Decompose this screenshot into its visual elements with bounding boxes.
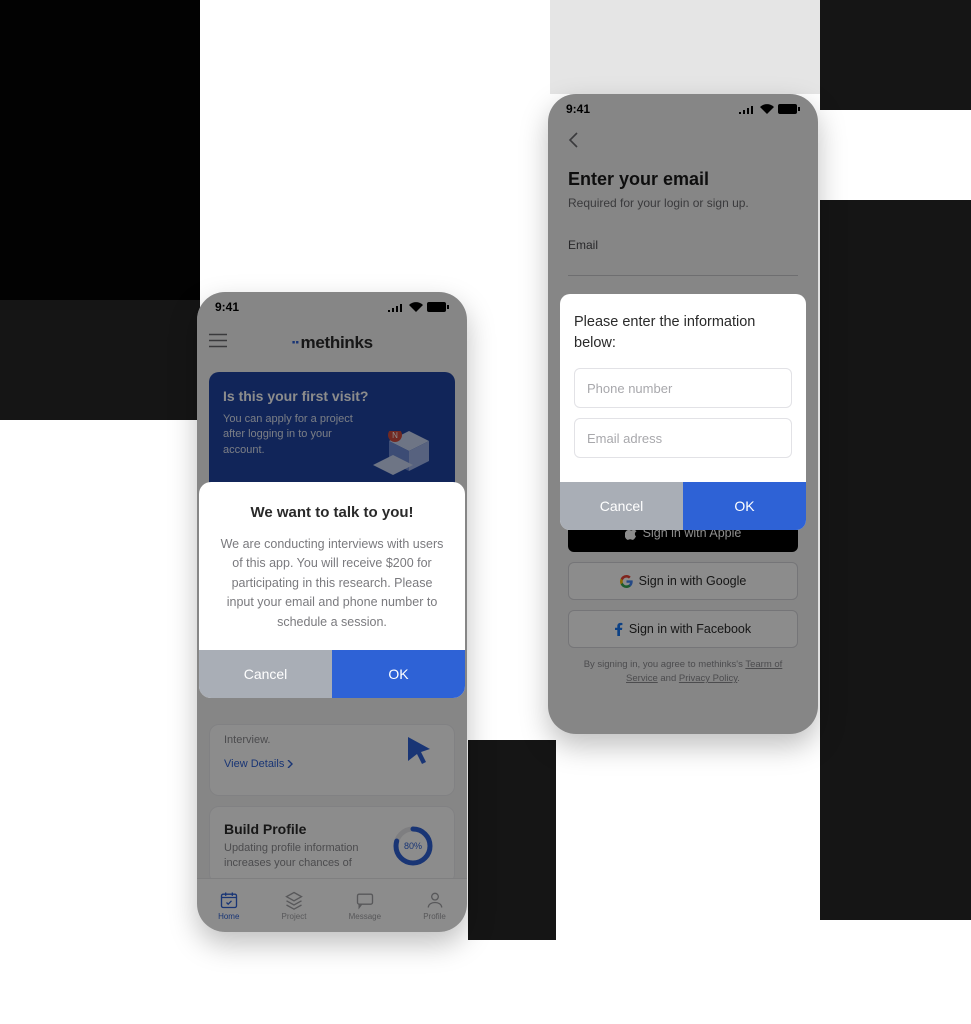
wifi-icon xyxy=(760,104,774,114)
signin-google-button[interactable]: Sign in with Google xyxy=(568,562,798,600)
privacy-link[interactable]: Privacy Policy xyxy=(679,673,737,684)
signin-group: Sign in with Apple Sign in with Google S… xyxy=(568,514,798,687)
app-logo: ··methinks xyxy=(291,333,373,353)
progress-ring: 80% xyxy=(392,825,434,867)
page-subtitle: Required for your login or sign up. xyxy=(568,196,798,210)
menu-icon[interactable] xyxy=(209,334,227,353)
cursor-icon xyxy=(402,733,438,769)
interview-modal: We want to talk to you! We are conductin… xyxy=(199,482,465,698)
phone-home-screen: 9:41 ··methinks Is this your first visit… xyxy=(197,292,467,932)
card-body: You can apply for a project after loggin… xyxy=(223,412,373,458)
battery-icon xyxy=(427,302,449,312)
legal-text: By signing in, you agree to methinks's T… xyxy=(568,658,798,687)
status-indicators xyxy=(387,302,449,312)
modal-title: Please enter the information below: xyxy=(574,312,792,354)
google-icon xyxy=(620,575,633,588)
back-button[interactable] xyxy=(568,132,798,153)
page-title: Enter your email xyxy=(568,169,798,190)
signin-facebook-button[interactable]: Sign in with Facebook xyxy=(568,610,798,648)
ok-button[interactable]: OK xyxy=(332,650,465,698)
modal-title: We want to talk to you! xyxy=(217,504,447,521)
chat-icon xyxy=(355,890,375,910)
svg-text:80%: 80% xyxy=(404,841,422,851)
decor-block xyxy=(550,0,820,94)
facebook-icon xyxy=(615,622,623,636)
view-details-link[interactable]: View Details xyxy=(224,758,294,770)
email-field[interactable] xyxy=(568,256,798,276)
tab-bar: Home Project Message Profile xyxy=(197,878,467,932)
signal-icon xyxy=(387,302,405,312)
status-time: 9:41 xyxy=(566,102,590,116)
ok-button[interactable]: OK xyxy=(683,482,806,530)
phone-input[interactable] xyxy=(574,368,792,408)
app-header: ··methinks xyxy=(197,322,467,364)
interview-card[interactable]: Interview. View Details xyxy=(209,724,455,796)
card-title: Is this your first visit? xyxy=(223,388,441,404)
tab-profile[interactable]: Profile xyxy=(423,890,446,921)
phone-signin-screen: 9:41 Enter your email Required for your … xyxy=(548,94,818,734)
tab-home[interactable]: Home xyxy=(218,890,239,921)
tab-project[interactable]: Project xyxy=(282,890,307,921)
decor-block xyxy=(820,200,971,920)
signal-icon xyxy=(738,104,756,114)
status-bar: 9:41 xyxy=(548,94,818,124)
build-profile-card[interactable]: Build Profile Updating profile informati… xyxy=(209,806,455,884)
decor-block xyxy=(0,0,200,420)
signin-content: Enter your email Required for your login… xyxy=(548,132,818,276)
email-label: Email xyxy=(568,238,798,252)
card-body: Updating profile information increases y… xyxy=(224,841,374,872)
status-time: 9:41 xyxy=(215,300,239,314)
modal-body: We are conducting interviews with users … xyxy=(217,535,447,632)
info-modal: Please enter the information below: Canc… xyxy=(560,294,806,530)
cancel-button[interactable]: Cancel xyxy=(199,650,332,698)
calendar-check-icon xyxy=(219,890,239,910)
cancel-button[interactable]: Cancel xyxy=(560,482,683,530)
wifi-icon xyxy=(409,302,423,312)
status-bar: 9:41 xyxy=(197,292,467,322)
layers-icon xyxy=(284,890,304,910)
decor-block xyxy=(820,0,971,110)
user-icon xyxy=(425,890,445,910)
email-input[interactable] xyxy=(574,418,792,458)
tab-message[interactable]: Message xyxy=(349,890,381,921)
battery-icon xyxy=(778,104,800,114)
decor-block xyxy=(468,740,556,940)
status-indicators xyxy=(738,104,800,114)
svg-text:N: N xyxy=(392,431,398,440)
